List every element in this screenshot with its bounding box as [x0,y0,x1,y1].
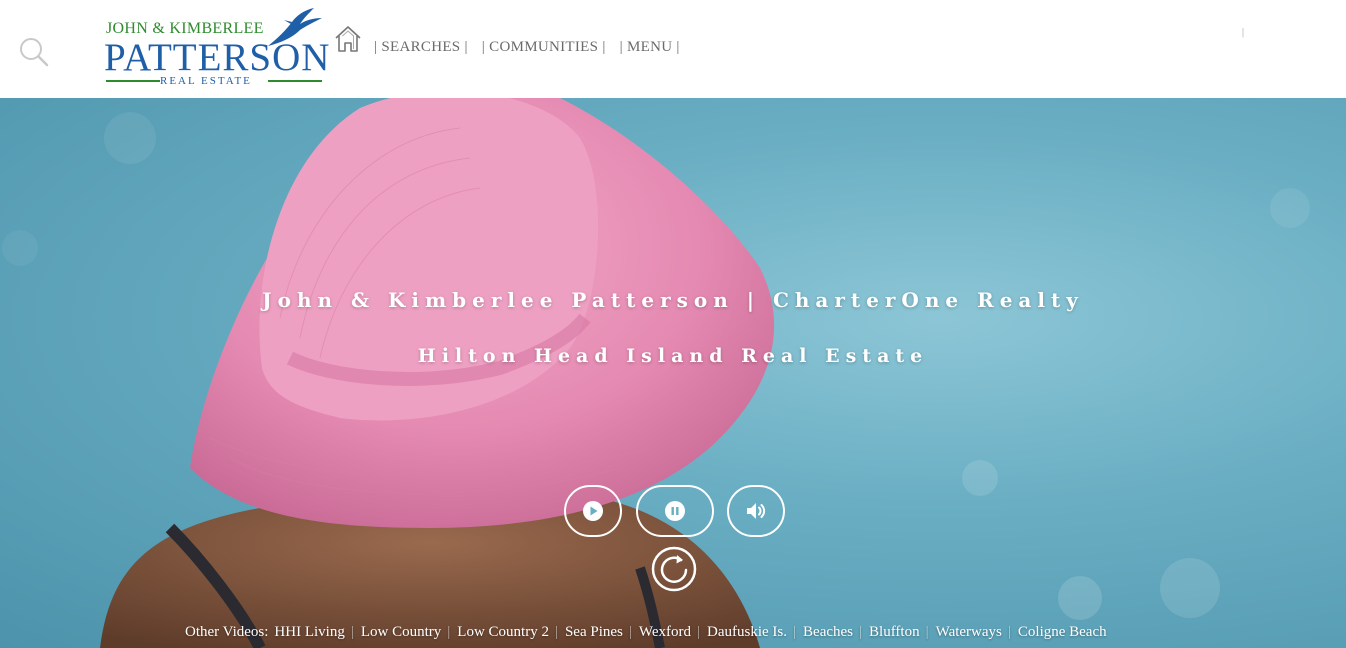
search-icon [20,38,49,67]
pause-icon [665,501,685,521]
other-videos-label: Other Videos: [185,624,269,640]
search-button[interactable] [18,36,50,68]
play-icon [583,501,603,521]
video-link-low-country-2[interactable]: Low Country 2 [457,624,549,641]
replay-button[interactable] [651,546,697,592]
nav-menu[interactable]: | MENU | [620,39,680,56]
video-link-wexford[interactable]: Wexford [639,624,691,641]
video-link-low-country[interactable]: Low Country [361,624,441,641]
hero-video: John & Kimberlee Patterson | CharterOne … [0,98,1346,648]
replay-icon [651,546,697,592]
video-link-daufuskie[interactable]: Daufuskie Is. [707,624,787,641]
video-link-waterways[interactable]: Waterways [936,624,1002,641]
home-icon [335,26,361,52]
site-header: JOHN & KIMBERLEE PATTERSON REAL ESTATE |… [0,0,1346,98]
nav-communities[interactable]: | COMMUNITIES | [482,39,606,56]
header-right-separator: | [1242,27,1245,38]
nav-searches[interactable]: | SEARCHES | [374,39,468,56]
site-logo[interactable]: JOHN & KIMBERLEE PATTERSON REAL ESTATE [104,8,329,90]
hero-subheadline: Hilton Head Island Real Estate [417,345,929,367]
pause-button[interactable] [636,485,714,537]
logo-line-2: PATTERSON [104,36,331,79]
volume-button[interactable] [727,485,785,537]
video-link-coligne-beach[interactable]: Coligne Beach [1018,624,1107,641]
main-nav: | SEARCHES | | COMMUNITIES | | MENU | [374,39,680,56]
video-link-bluffton[interactable]: Bluffton [869,624,920,641]
video-link-sea-pines[interactable]: Sea Pines [565,624,623,641]
other-videos-bar: Other Videos: HHI Living | Low Country | L… [185,624,1107,641]
video-link-beaches[interactable]: Beaches [803,624,853,641]
volume-icon [747,503,766,519]
video-link-hhi-living[interactable]: HHI Living [274,624,344,641]
home-button[interactable] [333,24,363,54]
play-button[interactable] [564,485,622,537]
hero-headline: John & Kimberlee Patterson | CharterOne … [262,288,1084,312]
logo-line-3: REAL ESTATE [160,75,252,87]
